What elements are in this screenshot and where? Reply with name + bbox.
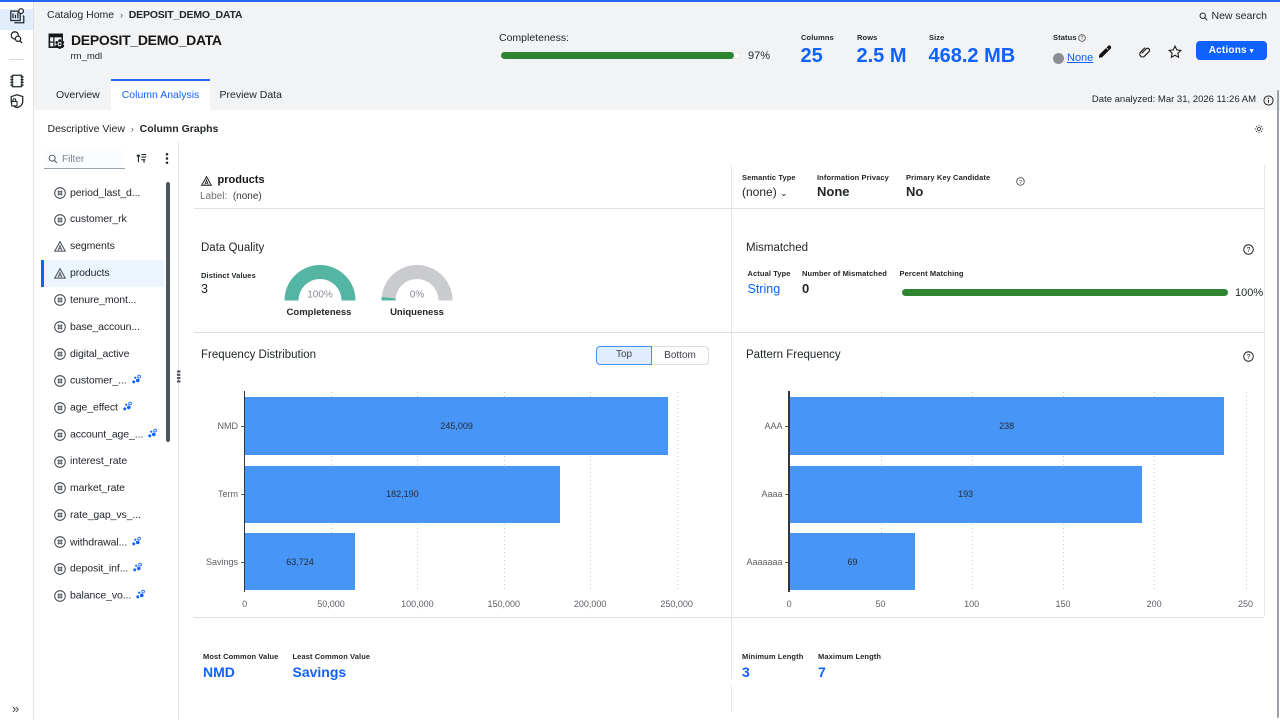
svg-text:100%: 100% xyxy=(307,290,333,301)
svg-text:?: ? xyxy=(1247,247,1251,254)
svg-text:0%: 0% xyxy=(410,290,425,301)
svg-text:?: ? xyxy=(1247,354,1251,361)
svg-text:?: ? xyxy=(1081,36,1084,42)
